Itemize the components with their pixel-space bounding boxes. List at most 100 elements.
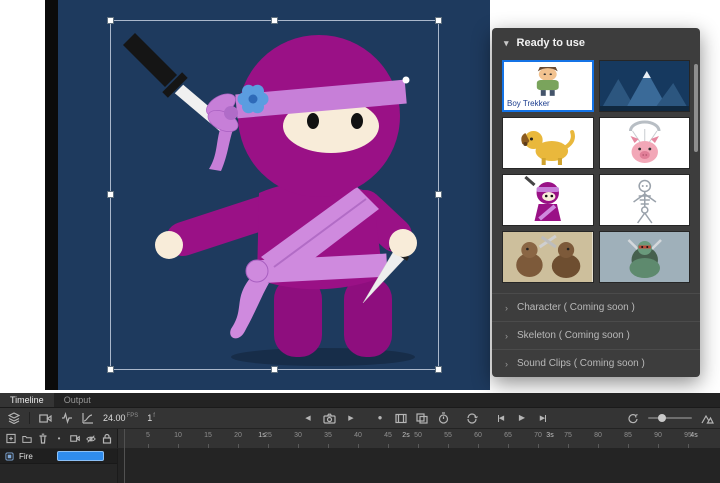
graph-icon[interactable] xyxy=(82,412,94,425)
panel-sections: › Character ( Coming soon ) › Skeleton ( Co… xyxy=(492,293,700,377)
selection-handle-mid-left[interactable] xyxy=(107,191,114,198)
selection-handle-top-right[interactable] xyxy=(435,17,442,24)
zoom-slider-knob[interactable] xyxy=(658,414,666,422)
zoom-mountain-icon[interactable] xyxy=(701,412,714,425)
eye-off-icon[interactable] xyxy=(86,432,96,445)
playhead[interactable] xyxy=(124,429,125,483)
track-type-icon xyxy=(5,452,14,461)
timeline-ruler[interactable]: 51015202530354045505560657075808590951s2… xyxy=(118,429,720,448)
section-label: Skeleton ( Coming soon ) xyxy=(517,330,630,341)
thumbnail-grid: Boy Trekker xyxy=(492,58,700,293)
section-label: Character ( Coming soon ) xyxy=(517,302,635,313)
chevron-down-icon: ▾ xyxy=(504,38,509,49)
thumbnail-dog[interactable] xyxy=(502,117,594,169)
ruler-second-label: 3s xyxy=(546,432,553,439)
chevron-right-icon: › xyxy=(505,303,508,313)
thumbnail-boy[interactable]: Boy Trekker xyxy=(502,60,594,112)
record-icon[interactable]: ● xyxy=(374,412,386,425)
timeline-tab-bar: Timeline Output xyxy=(0,393,720,408)
trash-icon[interactable] xyxy=(38,432,48,445)
waveform-icon[interactable] xyxy=(61,412,73,425)
thumbnail-pig[interactable] xyxy=(599,117,691,169)
onion-skin-icon[interactable] xyxy=(416,412,428,425)
camera-small-icon[interactable] xyxy=(70,432,80,445)
current-frame-display[interactable]: 1f xyxy=(147,413,155,423)
play-icon[interactable]: ▶ xyxy=(516,412,528,425)
ruler-frame-label: 50 xyxy=(414,432,422,439)
ruler-frame-label: 60 xyxy=(474,432,482,439)
thumbnail-art-mountains xyxy=(600,61,690,111)
stage-canvas[interactable] xyxy=(58,0,490,390)
tracks-lane[interactable] xyxy=(118,449,720,483)
thumbnail-mountains[interactable] xyxy=(599,60,691,112)
lock-icon[interactable] xyxy=(102,432,112,445)
selection-handle-top-left[interactable] xyxy=(107,17,114,24)
thumbnail-label: Boy Trekker xyxy=(504,98,592,110)
film-strip-icon[interactable] xyxy=(395,412,407,425)
fps-unit: FPS xyxy=(127,413,139,419)
thumbnail-art-dog xyxy=(503,118,593,168)
assets-panel: ▾ Ready to use Boy Trekker › Character ( … xyxy=(492,28,700,377)
ruler-frame-label: 20 xyxy=(234,432,242,439)
thumbnail-ninja[interactable] xyxy=(502,174,594,226)
layers-icon[interactable] xyxy=(8,412,20,425)
ruler-frame-label: 10 xyxy=(174,432,182,439)
panel-header-label: Ready to use xyxy=(517,37,585,49)
dot-icon: • xyxy=(54,432,64,445)
reset-zoom-icon[interactable] xyxy=(627,412,639,425)
thumbnail-art-pig xyxy=(600,118,690,168)
timeline-tracks: Fire xyxy=(0,449,720,483)
timeline-ruler-row: • 51015202530354045505560657075808590951… xyxy=(0,429,720,449)
selection-handle-top-mid[interactable] xyxy=(271,17,278,24)
thumbnail-turtle[interactable] xyxy=(599,231,691,283)
ruler-frame-label: 5 xyxy=(146,432,150,439)
ruler-frame-label: 55 xyxy=(444,432,452,439)
toolbar-separator xyxy=(29,412,30,424)
selection-bounding-box[interactable] xyxy=(110,20,439,370)
snapshot-camera-icon[interactable] xyxy=(323,412,336,425)
section-0[interactable]: › Character ( Coming soon ) xyxy=(492,293,700,321)
selection-handle-bottom-mid[interactable] xyxy=(271,366,278,373)
timeline-toolbar: 24.00FPS 1f ◀ ▶ ● ◀ ▶ ▶ xyxy=(0,408,720,429)
step-forward-icon[interactable]: ▶ xyxy=(345,412,357,425)
section-1[interactable]: › Skeleton ( Coming soon ) xyxy=(492,321,700,349)
section-label: Sound Clips ( Coming soon ) xyxy=(517,358,645,369)
step-back-icon[interactable]: ◀ xyxy=(302,412,314,425)
ready-to-use-header[interactable]: ▾ Ready to use xyxy=(492,28,700,58)
fps-display[interactable]: 24.00FPS xyxy=(103,413,138,423)
chevron-right-icon: › xyxy=(505,331,508,341)
video-camera-icon[interactable] xyxy=(39,412,52,425)
zoom-slider[interactable] xyxy=(648,417,692,419)
selection-handle-bottom-right[interactable] xyxy=(435,366,442,373)
loop-playback-icon[interactable] xyxy=(466,412,478,425)
ruler-frame-label: 45 xyxy=(384,432,392,439)
timeline-panel: Timeline Output 24.00FPS 1f ◀ xyxy=(0,393,720,483)
fire-track-bar[interactable] xyxy=(57,451,104,461)
ruler-frame-label: 75 xyxy=(564,432,572,439)
thumbnail-art-skeleton xyxy=(600,175,690,225)
ninja-character[interactable] xyxy=(111,21,438,369)
thumbnail-art-turtle xyxy=(600,232,690,282)
folder-icon[interactable] xyxy=(22,432,32,445)
ruler-frame-label: 65 xyxy=(504,432,512,439)
ruler-frame-label: 15 xyxy=(204,432,212,439)
selection-handle-bottom-left[interactable] xyxy=(107,366,114,373)
thumbnail-skeleton[interactable] xyxy=(599,174,691,226)
tab-timeline[interactable]: Timeline xyxy=(0,393,54,407)
tab-output[interactable]: Output xyxy=(54,393,101,407)
ruler-frame-label: 30 xyxy=(294,432,302,439)
panel-scrollbar[interactable] xyxy=(694,64,698,152)
add-track-icon[interactable] xyxy=(6,432,16,445)
selection-handle-mid-right[interactable] xyxy=(435,191,442,198)
ruler-second-label: 4s xyxy=(690,432,697,439)
go-to-start-icon[interactable]: ◀ xyxy=(495,412,507,425)
stopwatch-icon[interactable] xyxy=(437,412,449,425)
thumbnail-art-boy xyxy=(504,62,592,98)
track-controls: • xyxy=(0,429,118,448)
ruler-second-label: 2s xyxy=(402,432,409,439)
ruler-frame-label: 35 xyxy=(324,432,332,439)
thumbnail-dogs[interactable] xyxy=(502,231,594,283)
thumbnail-art-ninja xyxy=(503,175,593,225)
section-2[interactable]: ›Sound Clips ( Coming soon ) xyxy=(492,349,700,377)
go-to-end-icon[interactable]: ▶ xyxy=(537,412,549,425)
